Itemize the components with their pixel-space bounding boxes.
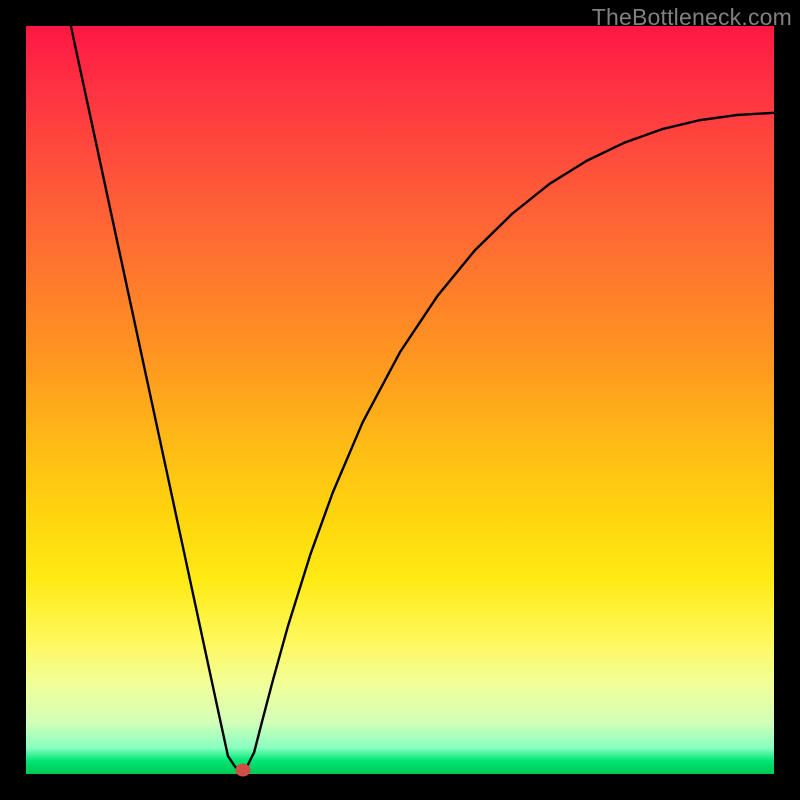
optimum-marker	[235, 763, 250, 776]
watermark-label: TheBottleneck.com	[592, 4, 792, 31]
plot-area	[26, 26, 774, 774]
bottleneck-curve	[26, 26, 774, 774]
chart-frame: TheBottleneck.com	[0, 0, 800, 800]
